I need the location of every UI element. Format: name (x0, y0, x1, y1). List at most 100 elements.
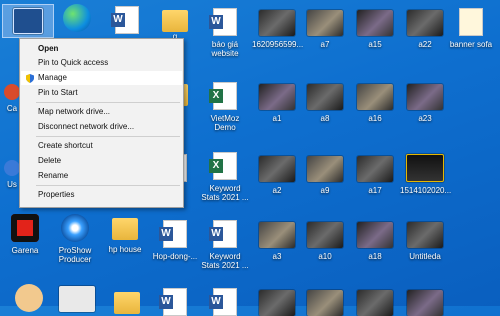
desktop-icon-a2[interactable]: a2 (252, 156, 302, 195)
menu-item-open[interactable]: Open (21, 42, 182, 56)
desktop-icon-row5-9[interactable] (400, 290, 450, 316)
desktop-icon-row5-5[interactable]: W (200, 288, 250, 316)
image-thumbnail-icon (259, 290, 295, 316)
desktop-icon-label: a2 (272, 186, 282, 195)
desktop-icon-label: Keyword Stats 2021 ... (201, 184, 249, 202)
desktop-icon-row5-7[interactable] (300, 290, 350, 316)
desktop-icon-label: Garena (11, 246, 39, 255)
menu-item-label: Map network drive... (38, 107, 111, 116)
desktop-icon-label: a16 (368, 114, 382, 123)
desktop-icon-label: a18 (368, 252, 382, 261)
app-icon (4, 160, 20, 176)
desktop-icon-row5-4[interactable]: W (150, 288, 200, 316)
image-thumbnail-icon (406, 154, 444, 182)
app-icon (4, 84, 20, 100)
menu-item-map-network-drive[interactable]: Map network drive... (21, 105, 182, 119)
desktop-icon-garena[interactable]: Garena (0, 214, 50, 255)
image-thumbnail-icon (259, 84, 295, 110)
menu-separator (36, 185, 180, 186)
desktop-icon-a18[interactable]: a18 (350, 222, 400, 261)
desktop-icon-label: Untitleda (409, 252, 441, 261)
desktop-icon-1620956599[interactable]: 1620956599... (252, 10, 303, 49)
menu-item-label: Pin to Quick access (38, 58, 109, 67)
word-file-icon: W (159, 220, 187, 248)
desktop-icon-word-1[interactable]: W (102, 6, 152, 34)
desktop-icon-a1[interactable]: a1 (252, 84, 302, 123)
desktop-icon-label: a23 (418, 114, 432, 123)
menu-item-pin-start[interactable]: Pin to Start (21, 86, 182, 100)
desktop-icon-row5-3[interactable] (102, 288, 152, 314)
desktop-icon-a9[interactable]: a9 (300, 156, 350, 195)
image-thumbnail-icon (307, 222, 343, 248)
desktop-icon-label: a7 (320, 40, 330, 49)
desktop-icon-label: 1514102020... (400, 186, 452, 195)
desktop-icon-hp-house[interactable]: hp house (100, 214, 150, 254)
word-file-icon: W (209, 288, 237, 316)
image-thumbnail-icon (307, 84, 343, 110)
monitor-icon (13, 8, 43, 34)
desktop-icon-row5-6[interactable] (252, 290, 302, 316)
desktop-icon-label: a22 (418, 40, 432, 49)
folder-icon (112, 218, 138, 240)
desktop-icon-row5-2[interactable] (52, 286, 102, 312)
desktop-icon-keyword-stats-1[interactable]: X Keyword Stats 2021 ... (200, 152, 250, 202)
menu-item-label: Rename (38, 171, 69, 180)
desktop-icon-edge[interactable] (52, 4, 102, 32)
desktop-icon-a7[interactable]: a7 (300, 10, 350, 49)
menu-item-label: Disconnect network drive... (38, 122, 135, 131)
menu-item-create-shortcut[interactable]: Create shortcut (21, 139, 182, 153)
image-thumbnail-icon (259, 10, 295, 36)
desktop-icon-a23[interactable]: a23 (400, 84, 450, 123)
menu-item-rename[interactable]: Rename (21, 169, 182, 183)
desktop-icon-a16[interactable]: a16 (350, 84, 400, 123)
desktop-icon-hop-dong[interactable]: W Hop-dong-... (150, 220, 200, 261)
desktop-icon-1514102020[interactable]: 1514102020... (400, 154, 452, 195)
desktop-icon-a3[interactable]: a3 (252, 222, 302, 261)
image-thumbnail-icon (357, 10, 393, 36)
menu-item-manage[interactable]: Manage (21, 71, 182, 85)
desktop-icon-label: VietMoz Demo (210, 114, 240, 132)
desktop-icon-row5-8[interactable] (350, 290, 400, 316)
desktop-icon-bao-gia[interactable]: W báo giá website (200, 8, 250, 58)
excel-file-icon: X (209, 152, 237, 180)
image-thumbnail-icon (307, 156, 343, 182)
desktop-icon-label: a9 (320, 186, 330, 195)
desktop-icon-label: Hop-dong-... (152, 252, 198, 261)
menu-item-pin-quick-access[interactable]: Pin to Quick access (21, 56, 182, 70)
shield-icon (26, 74, 34, 83)
menu-separator (36, 102, 180, 103)
image-thumbnail-icon (407, 290, 443, 316)
desktop-icon-a15[interactable]: a15 (350, 10, 400, 49)
menu-item-label: Pin to Start (38, 88, 78, 97)
desktop-icon-a8[interactable]: a8 (300, 84, 350, 123)
menu-item-disconnect-network-drive[interactable]: Disconnect network drive... (21, 120, 182, 134)
image-thumbnail-icon (357, 156, 393, 182)
desktop-icon-label: Keyword Stats 2021 ... (201, 252, 249, 270)
menu-item-label: Create shortcut (38, 141, 93, 150)
image-thumbnail-icon (407, 222, 443, 248)
image-thumbnail-icon (407, 84, 443, 110)
desktop-icon-vietmoz[interactable]: X VietMoz Demo (200, 82, 250, 132)
desktop-icon-folder-1[interactable]: g (150, 6, 200, 41)
menu-separator (36, 136, 180, 137)
context-menu: Open Pin to Quick access Manage Pin to S… (19, 38, 184, 208)
desktop-icon-untitleda[interactable]: Untitleda (400, 222, 450, 261)
desktop-icon-a17[interactable]: a17 (350, 156, 400, 195)
image-thumbnail-icon (59, 286, 95, 312)
desktop-icon-proshow[interactable]: ProShow Producer (50, 214, 100, 264)
image-thumbnail-icon (259, 222, 295, 248)
desktop-icon-a22[interactable]: a22 (400, 10, 450, 49)
proshow-icon (61, 214, 89, 242)
image-thumbnail-icon (407, 10, 443, 36)
menu-item-properties[interactable]: Properties (21, 188, 182, 202)
desktop-icon-keyword-stats-2[interactable]: W Keyword Stats 2021 ... (200, 220, 250, 270)
image-thumbnail-icon (357, 222, 393, 248)
desktop-icon-label: ProShow Producer (58, 246, 92, 264)
menu-item-delete[interactable]: Delete (21, 154, 182, 168)
edge-icon (63, 4, 91, 32)
desktop-icon-row5-1[interactable] (4, 284, 54, 312)
desktop-icon-banner-sofa[interactable]: banner sofa (446, 8, 496, 49)
desktop-icon-label: a3 (272, 252, 282, 261)
desktop-icon-this-pc[interactable] (2, 4, 54, 38)
desktop-icon-a10[interactable]: a10 (300, 222, 350, 261)
